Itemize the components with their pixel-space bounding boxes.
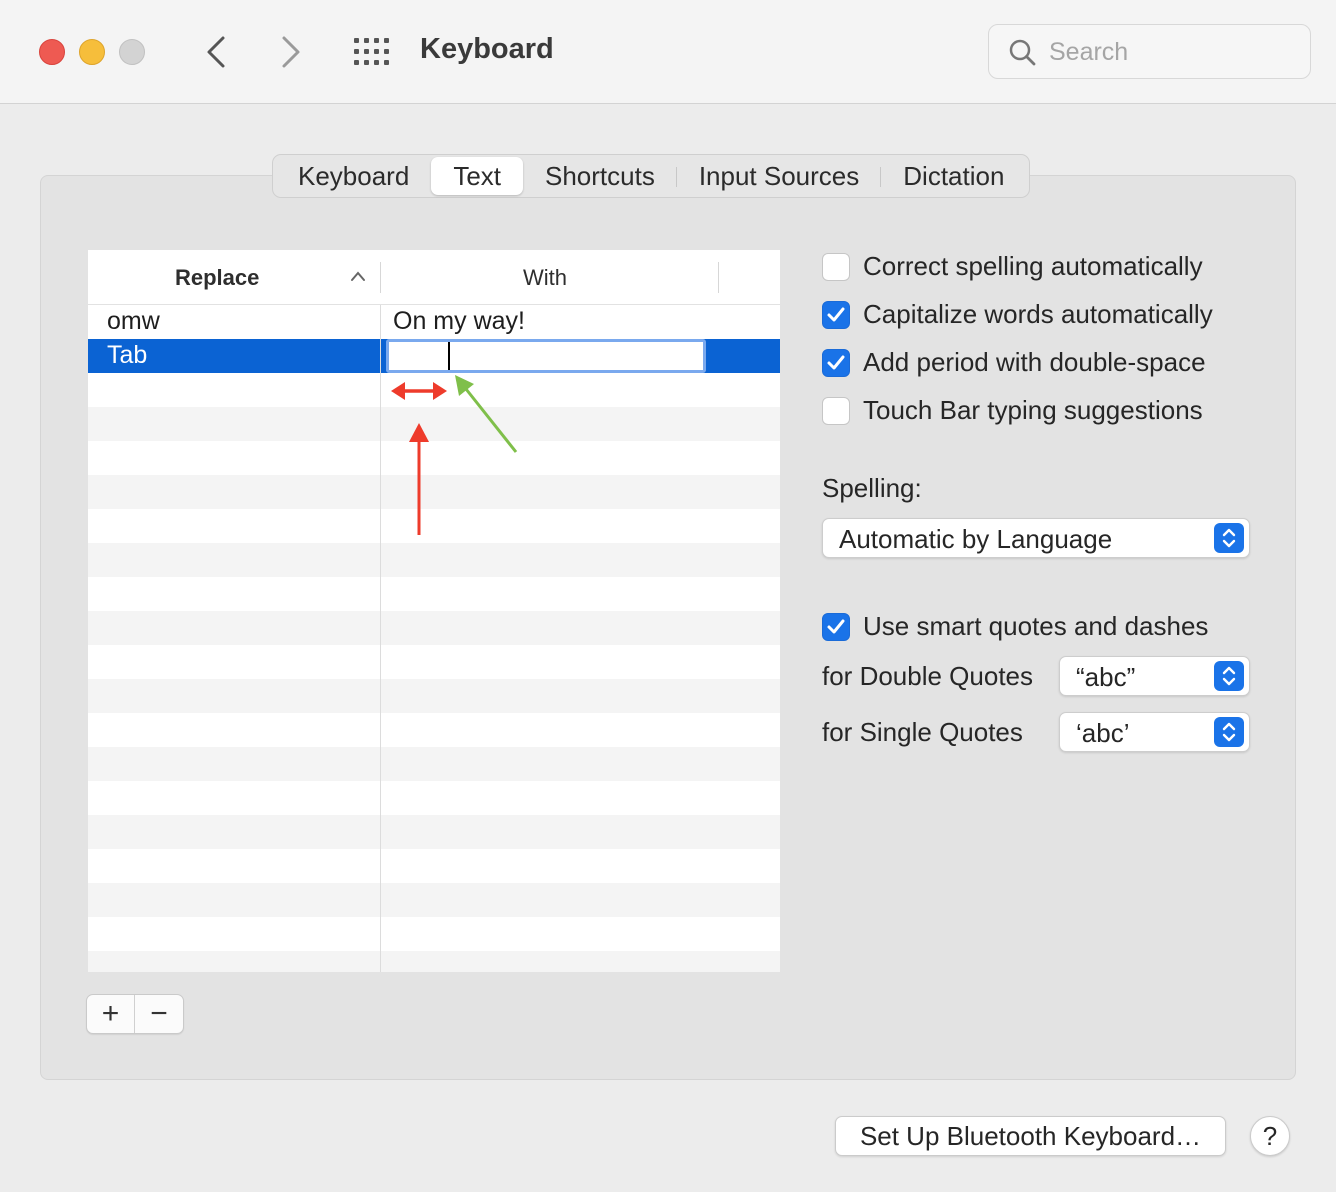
forward-button[interactable] [271, 32, 311, 72]
touchbar-checkbox[interactable] [822, 396, 850, 425]
smart-quotes-label: Use smart quotes and dashes [863, 611, 1209, 641]
empty-row [88, 713, 780, 747]
tab-text[interactable]: Text [431, 157, 523, 195]
spelling-label: Spelling: [822, 473, 922, 503]
chevron-left-icon [207, 36, 225, 68]
zoom-window-button[interactable] [119, 39, 145, 65]
checkmark-icon [827, 355, 845, 369]
column-header-replace[interactable]: Replace [175, 265, 259, 291]
replace-cell: omw [107, 307, 160, 335]
tab-shortcuts[interactable]: Shortcuts [523, 157, 677, 195]
spelling-value: Automatic by Language [839, 524, 1113, 554]
minus-icon: − [150, 997, 168, 1030]
empty-row [88, 407, 780, 441]
column-header-with[interactable]: With [523, 265, 567, 291]
grid-icon [354, 38, 389, 65]
minimize-window-button[interactable] [79, 39, 105, 65]
help-button[interactable]: ? [1250, 1116, 1290, 1156]
capitalize-checkbox[interactable] [822, 300, 850, 329]
option-correct-spelling[interactable]: Correct spelling automatically [822, 251, 1203, 282]
window-title: Keyboard [420, 33, 554, 65]
plus-icon: + [101, 997, 120, 1030]
remove-button[interactable]: − [135, 995, 183, 1033]
table-row-selected[interactable]: Tab [88, 339, 780, 373]
chevron-right-icon [282, 36, 300, 68]
empty-row [88, 475, 780, 509]
empty-row [88, 577, 780, 611]
spelling-popup[interactable]: Automatic by Language [822, 518, 1250, 558]
tab-bar: Keyboard Text Shortcuts Input Sources Di… [272, 154, 1031, 198]
option-capitalize[interactable]: Capitalize words automatically [822, 299, 1213, 330]
column-divider[interactable] [380, 262, 381, 293]
table-rows: omw On my way! Tab [88, 305, 780, 972]
single-quotes-popup[interactable]: ‘abc’ [1059, 712, 1250, 752]
sort-ascending-icon [351, 271, 365, 281]
add-period-checkbox[interactable] [822, 348, 850, 377]
with-edit-field[interactable] [386, 339, 706, 373]
with-cell: On my way! [393, 307, 525, 335]
table-row[interactable]: omw On my way! [88, 305, 780, 339]
empty-row [88, 611, 780, 645]
back-button[interactable] [196, 32, 236, 72]
add-remove-control: + − [86, 994, 184, 1034]
table-header: Replace With [88, 250, 780, 305]
empty-row [88, 645, 780, 679]
updown-chevron-icon [1214, 661, 1244, 691]
touchbar-label: Touch Bar typing suggestions [863, 395, 1203, 425]
search-field[interactable] [988, 24, 1311, 79]
empty-row [88, 543, 780, 577]
tab-dictation[interactable]: Dictation [881, 157, 1026, 195]
empty-row [88, 815, 780, 849]
empty-row [88, 849, 780, 883]
double-quotes-popup[interactable]: “abc” [1059, 656, 1250, 696]
add-button[interactable]: + [87, 995, 136, 1033]
search-icon [1009, 39, 1036, 66]
updown-chevron-icon [1214, 523, 1244, 553]
empty-row [88, 441, 780, 475]
tab-input-sources[interactable]: Input Sources [677, 157, 882, 195]
correct-spelling-label: Correct spelling automatically [863, 251, 1203, 281]
correct-spelling-checkbox[interactable] [822, 252, 850, 281]
replace-cell: Tab [107, 341, 148, 369]
empty-row [88, 373, 780, 407]
add-period-label: Add period with double-space [863, 347, 1206, 377]
option-smart-quotes[interactable]: Use smart quotes and dashes [822, 611, 1208, 642]
empty-row [88, 509, 780, 543]
single-quotes-label: for Single Quotes [822, 717, 1023, 747]
checkmark-icon [827, 619, 845, 633]
empty-row [88, 781, 780, 815]
checkmark-icon [827, 307, 845, 321]
close-window-button[interactable] [39, 39, 65, 65]
empty-row [88, 917, 780, 951]
empty-row [88, 679, 780, 713]
setup-bluetooth-keyboard-button[interactable]: Set Up Bluetooth Keyboard… [835, 1116, 1226, 1156]
single-quotes-value: ‘abc’ [1076, 718, 1130, 748]
updown-chevron-icon [1214, 717, 1244, 747]
column-separator [380, 305, 381, 972]
double-quotes-label: for Double Quotes [822, 661, 1034, 691]
empty-row [88, 951, 780, 972]
show-all-button[interactable] [352, 36, 392, 68]
title-bar: Keyboard [0, 0, 1336, 104]
double-quotes-value: “abc” [1076, 662, 1136, 692]
column-divider[interactable] [718, 262, 719, 293]
empty-row [88, 747, 780, 781]
tab-keyboard[interactable]: Keyboard [276, 157, 431, 195]
smart-quotes-checkbox[interactable] [822, 612, 850, 641]
option-add-period[interactable]: Add period with double-space [822, 347, 1206, 378]
capitalize-label: Capitalize words automatically [863, 299, 1213, 329]
text-replacement-table[interactable]: Replace With omw On my way! Tab [88, 250, 780, 972]
option-touchbar[interactable]: Touch Bar typing suggestions [822, 395, 1203, 426]
search-input[interactable] [1049, 35, 1289, 69]
text-caret [448, 342, 450, 370]
empty-row [88, 883, 780, 917]
